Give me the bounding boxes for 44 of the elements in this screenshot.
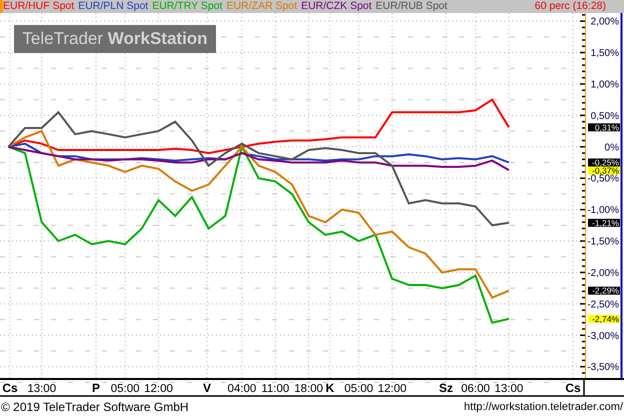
series-legend-label: EUR/HUF Spot [3,1,74,12]
axis-tick-label: -1,00% [587,205,619,216]
axis-tick-label: 1,00% [590,80,619,90]
axis-tick-label: 0,50% [590,110,619,122]
value-label: -1,21% [588,218,620,228]
value-label: -2,29% [588,286,620,296]
series-legend-label: EUR/PLN Spot [78,1,148,12]
series-legend-label: EUR/RUB Spot [376,1,448,12]
value-label: -2,74% [588,314,620,324]
interval-label: 60 perc (16:28) [534,1,606,12]
day-label: V [203,381,211,395]
day-label: K [326,381,334,395]
logo-watermark: TeleTrader WorkStation [14,25,216,53]
axis-tick-label: -0,50% [587,174,619,185]
axis-tick-label: 12:00 [378,383,406,395]
value-label: 0,31% [588,122,620,132]
axis-tick-label: 06:00 [461,383,490,395]
axis-tick-label: -2,00% [587,268,619,279]
axis-tick-label: 12:00 [144,383,173,395]
day-label: Sz [439,381,453,395]
series-legend-label: EUR/ZAR Spot [226,1,298,12]
axis-tick-label: -1,50% [587,236,619,248]
website-link[interactable]: http://workstation.teletrader.com/ [464,398,623,416]
axis-tick-label: 13:00 [494,383,524,395]
axis-tick-label: 11:00 [261,383,290,395]
day-label: Cs [565,381,581,395]
axis-tick-label: -3,50% [587,362,619,374]
day-label: P [92,381,100,395]
axis-tick-label: 04:00 [228,383,256,395]
value-label: -0,25% [588,158,620,168]
axis-tick-label: 13:00 [27,383,56,395]
axis-tick-label: 18:00 [294,383,324,395]
series-legend-label: EUR/CZK Spot [301,1,372,12]
axis-tick-label: 0% [604,142,619,154]
value-label: -0,37% [588,166,620,176]
axis-tick-label: 05:00 [344,383,374,395]
series-legend-label: EUR/TRY Spot [152,1,222,12]
copyright-text: © 2019 TeleTrader Software GmbH [1,399,189,416]
axis-tick-label: 1,50% [590,48,619,60]
day-label: Cs [2,381,18,395]
axis-tick-label: 05:00 [110,383,140,395]
axis-tick-label: -3,00% [587,330,619,342]
axis-tick-label: 2,00% [590,16,619,28]
axis-tick-label: -2,50% [587,299,619,310]
